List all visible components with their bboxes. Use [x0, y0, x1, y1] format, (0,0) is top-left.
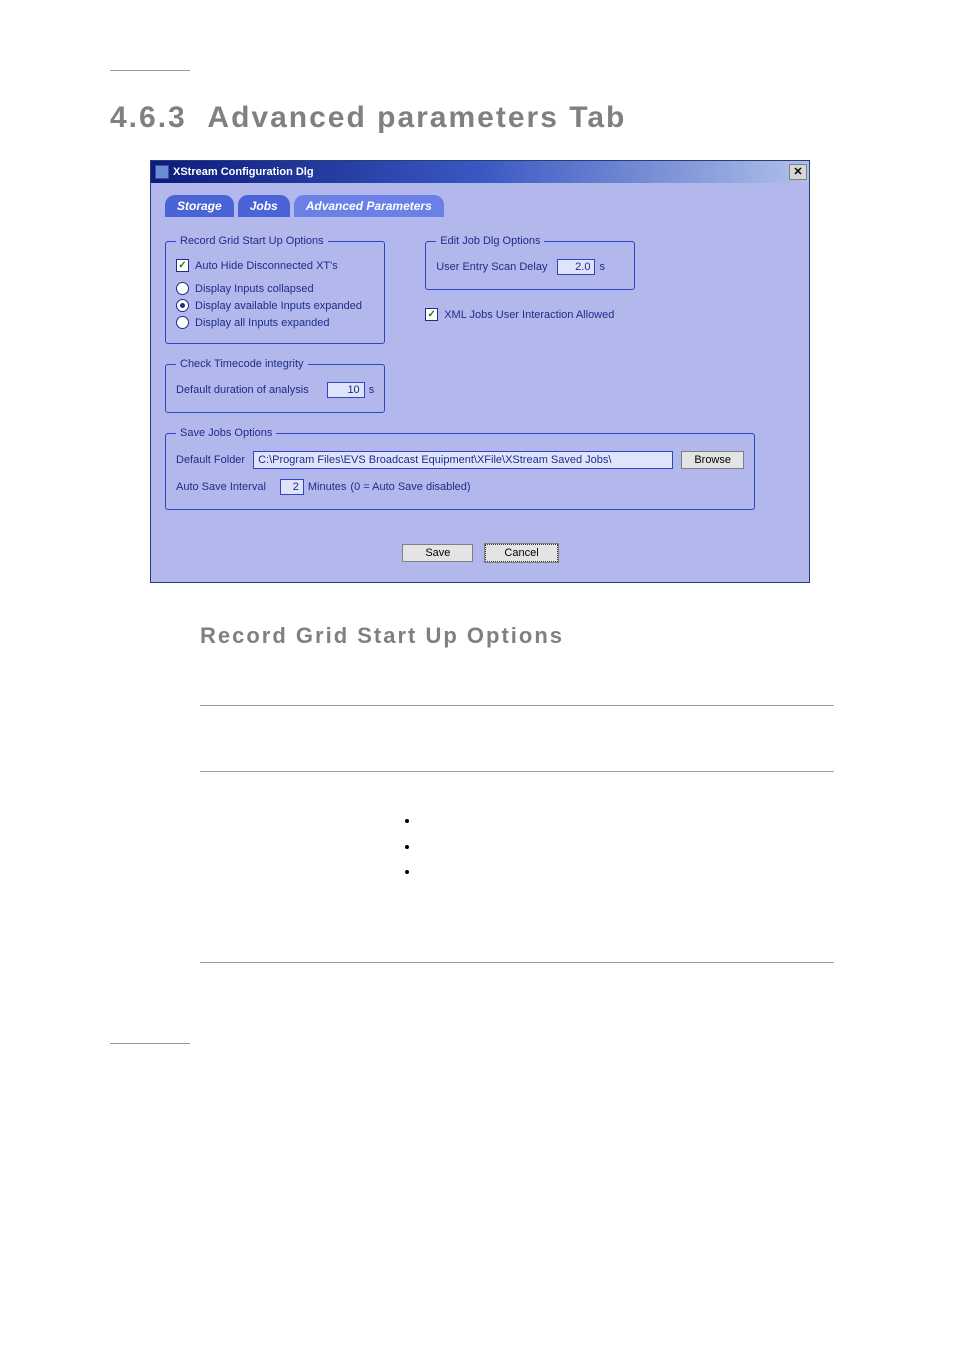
radio-available-expanded[interactable]	[176, 299, 189, 312]
unit-seconds: s	[599, 261, 605, 273]
unit-minutes: Minutes	[308, 481, 347, 493]
save-button[interactable]: Save	[402, 544, 473, 562]
list-item: Display inputs collapsed	[420, 811, 834, 831]
checkbox-xml-jobs[interactable]	[425, 308, 438, 321]
label-all-expanded: Display all Inputs expanded	[195, 317, 330, 329]
section-heading: 4.6.3 Advanced parameters Tab	[110, 101, 894, 135]
option-bullets: Display inputs collapsed Display availab…	[420, 811, 834, 882]
dialog-title: XStream Configuration Dlg	[173, 166, 789, 178]
label-inputs-collapsed: Display Inputs collapsed	[195, 283, 314, 295]
group-save-jobs: Save Jobs Options Default Folder C:\Prog…	[165, 427, 755, 510]
unit-seconds: s	[369, 384, 375, 396]
list-item: Display available inputs expanded (defau…	[420, 837, 834, 857]
group-legend: Edit Job Dlg Options	[436, 235, 544, 247]
dialog-titlebar: XStream Configuration Dlg ✕	[151, 161, 809, 183]
radio-all-expanded[interactable]	[176, 316, 189, 329]
option-row: Auto Hide Disconnected XT's If checked (…	[200, 718, 834, 757]
note-auto-save: (0 = Auto Save disabled)	[350, 481, 470, 493]
option-label: Display Inputs collapsed / available inp…	[200, 784, 400, 949]
tab-advanced-parameters[interactable]: Advanced Parameters	[294, 195, 444, 217]
label-duration: Default duration of analysis	[176, 384, 309, 396]
group-legend: Save Jobs Options	[176, 427, 276, 439]
config-dialog: XStream Configuration Dlg ✕ Storage Jobs…	[150, 160, 810, 583]
option-label: Auto Hide Disconnected XT's	[200, 718, 400, 757]
group-check-timecode: Check Timecode integrity Default duratio…	[165, 358, 385, 413]
radio-inputs-collapsed[interactable]	[176, 282, 189, 295]
label-xml-jobs: XML Jobs User Interaction Allowed	[444, 309, 614, 321]
list-item: Display all inputs expanded	[420, 862, 834, 882]
browse-button[interactable]: Browse	[681, 451, 744, 469]
section-title-text: Advanced parameters Tab	[207, 101, 626, 134]
intro-text: The following options influence the disp…	[200, 667, 834, 687]
subheading: Record Grid Start Up Options	[200, 623, 894, 649]
tabs-row: Storage Jobs Advanced Parameters	[165, 195, 795, 217]
label-auto-save-interval: Auto Save Interval	[176, 481, 266, 493]
option-desc-intro: You have three options for the display o…	[400, 786, 822, 801]
checkbox-auto-hide[interactable]	[176, 259, 189, 272]
section-number: 4.6.3	[110, 101, 187, 134]
group-legend: Record Grid Start Up Options	[176, 235, 328, 247]
input-scan-delay[interactable]: 2.0	[557, 259, 595, 275]
label-scan-delay: User Entry Scan Delay	[436, 261, 547, 273]
group-edit-job: Edit Job Dlg Options User Entry Scan Del…	[425, 235, 635, 290]
option-desc: If checked (default), the XT's that were…	[400, 718, 834, 757]
group-record-grid: Record Grid Start Up Options Auto Hide D…	[165, 235, 385, 344]
option-desc: You have three options for the display o…	[400, 784, 834, 949]
label-auto-hide: Auto Hide Disconnected XT's	[195, 260, 338, 272]
tab-storage[interactable]: Storage	[165, 195, 234, 217]
input-duration[interactable]: 10	[327, 382, 365, 398]
cancel-button[interactable]: Cancel	[485, 544, 557, 562]
tab-jobs[interactable]: Jobs	[238, 195, 290, 217]
input-default-folder[interactable]: C:\Program Files\EVS Broadcast Equipment…	[253, 451, 673, 469]
label-default-folder: Default Folder	[176, 454, 245, 466]
option-desc-outro: Depending on the default resolution of y…	[400, 892, 826, 946]
close-icon[interactable]: ✕	[789, 164, 807, 180]
group-legend: Check Timecode integrity	[176, 358, 308, 370]
option-row: Display Inputs collapsed / available inp…	[200, 784, 834, 949]
input-auto-save-interval[interactable]: 2	[280, 479, 304, 495]
label-available-expanded: Display available Inputs expanded	[195, 300, 362, 312]
app-icon	[155, 165, 169, 179]
